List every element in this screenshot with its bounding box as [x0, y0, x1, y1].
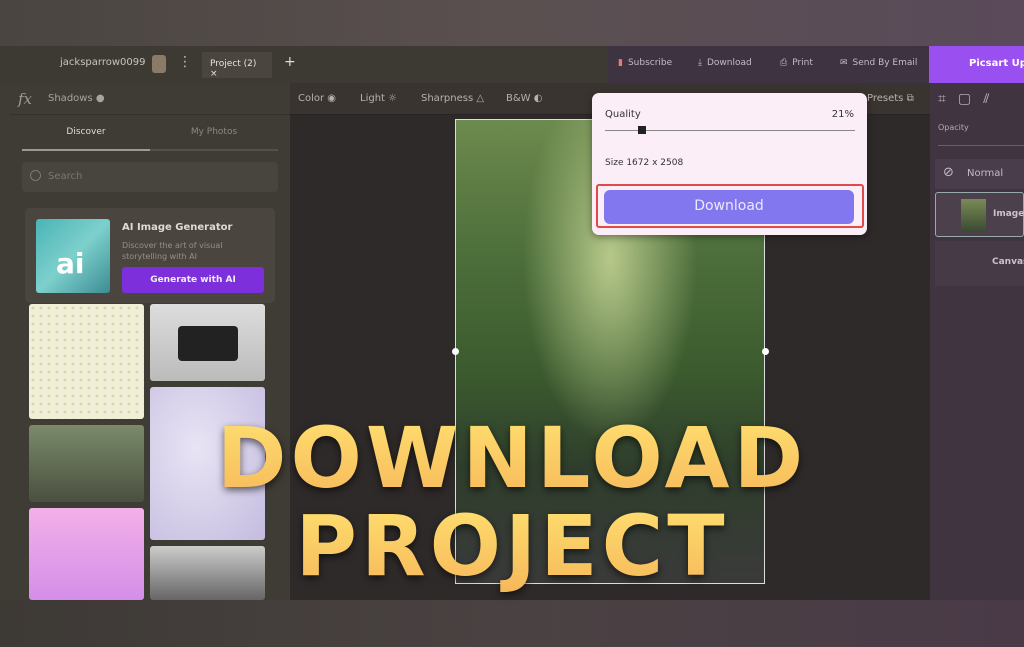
panel-tabs: Discover My Photos [22, 123, 278, 151]
tab-my-photos[interactable]: My Photos [150, 127, 278, 137]
bw-label: B&W [506, 93, 531, 104]
quality-value: 21% [831, 109, 854, 120]
ai-promo-image: ai [36, 219, 110, 293]
overlay-title-line2: PROJECT [0, 500, 1024, 592]
resize-handle[interactable] [452, 348, 459, 355]
color-icon: ◉ [327, 93, 337, 104]
effects-toolbar: fx Shadows ● [10, 83, 290, 115]
light-tool[interactable]: Light ☼ [360, 93, 397, 104]
close-icon[interactable]: × [210, 69, 218, 79]
tab-bar: jacksparrow0099 ⋮ Project (2) × + [0, 46, 608, 83]
printer-icon: ⎙ [780, 58, 788, 68]
size-text: Size 1672 x 2508 [605, 158, 684, 168]
tab-discover[interactable]: Discover [22, 127, 150, 151]
subscribe-label: Subscribe [627, 58, 673, 68]
subscribe-button[interactable]: ▮ Subscribe [618, 58, 672, 68]
quality-label: Quality [605, 109, 641, 120]
download-button[interactable]: ⤓ Download [698, 58, 752, 68]
blend-label: Normal [967, 168, 1004, 179]
thumbnail-camera[interactable] [150, 304, 265, 381]
shadows-label: Shadows [48, 93, 93, 104]
fx-icon[interactable]: fx [18, 90, 32, 108]
color-tool[interactable]: Color ◉ [298, 93, 336, 104]
presets-tool[interactable]: Presets ⧉ [867, 93, 914, 104]
shadows-icon: ● [95, 93, 105, 104]
print-label: Print [792, 58, 813, 68]
sun-icon: ☼ [388, 93, 398, 104]
slider-knob[interactable] [637, 126, 646, 134]
drop-icon: △ [476, 93, 485, 104]
download-confirm-button[interactable]: Download [604, 190, 854, 224]
layer-images[interactable]: Images [935, 192, 1024, 237]
tab-label: Project (2) [210, 59, 257, 69]
sharpness-label: Sharpness [421, 93, 474, 104]
send-email-button[interactable]: ✉ Send By Email [840, 58, 917, 68]
mail-icon: ✉ [840, 58, 848, 68]
shadows-tool[interactable]: Shadows ● [48, 93, 105, 104]
presets-label: Presets [867, 93, 904, 104]
bw-icon: ◐ [533, 93, 543, 104]
layer-canvas[interactable]: Canvas [935, 241, 1024, 286]
resize-handle[interactable] [762, 348, 769, 355]
opacity-label: Opacity [938, 123, 969, 132]
layer-label: Canvas [992, 257, 1024, 267]
light-label: Light [360, 93, 385, 104]
quality-slider[interactable] [605, 126, 855, 134]
search-placeholder: Search [48, 171, 83, 182]
send-email-label: Send By Email [852, 58, 918, 68]
avatar[interactable] [152, 55, 166, 73]
tab-project[interactable]: Project (2) × [202, 52, 272, 79]
sharpness-tool[interactable]: Sharpness △ [421, 93, 484, 104]
picsart-upload-button[interactable]: Picsart Uplo [929, 46, 1024, 83]
overlay-title-line1: DOWNLOAD [0, 412, 1024, 504]
opacity-slider[interactable] [938, 145, 1024, 146]
presets-icon: ⧉ [906, 93, 914, 104]
ai-generator-card: ai AI Image Generator Discover the art o… [25, 208, 275, 303]
promo-description: Discover the art of visual storytelling … [122, 241, 223, 261]
highlight-box: Download [596, 184, 864, 228]
download-label: Download [706, 58, 752, 68]
layer-label: Images [993, 209, 1024, 219]
new-tab-button[interactable]: + [284, 54, 296, 70]
color-label: Color [298, 93, 325, 104]
download-icon: ⤓ [698, 58, 702, 68]
thumbnail-pattern[interactable] [29, 304, 144, 419]
promo-title: AI Image Generator [122, 222, 233, 233]
layer-thumbnail [961, 199, 986, 232]
search-icon [30, 170, 41, 181]
username[interactable]: jacksparrow0099 [60, 57, 145, 68]
transform-icons[interactable]: ⌗▢⫽ [938, 91, 1001, 107]
generate-with-ai-button[interactable]: Generate with AI [122, 267, 264, 293]
blend-icon: ⊘ [943, 165, 954, 180]
background-frame-bottom [0, 600, 1024, 647]
background-frame [0, 0, 1024, 46]
bw-tool[interactable]: B&W ◐ [506, 93, 542, 104]
crown-icon: ▮ [618, 58, 623, 68]
search-input[interactable]: Search [22, 162, 278, 192]
print-button[interactable]: ⎙ Print [780, 58, 813, 68]
blend-mode-select[interactable]: ⊘ Normal [935, 159, 1024, 189]
more-icon[interactable]: ⋮ [178, 54, 192, 70]
download-popup: Quality 21% Size 1672 x 2508 Download [592, 93, 867, 235]
